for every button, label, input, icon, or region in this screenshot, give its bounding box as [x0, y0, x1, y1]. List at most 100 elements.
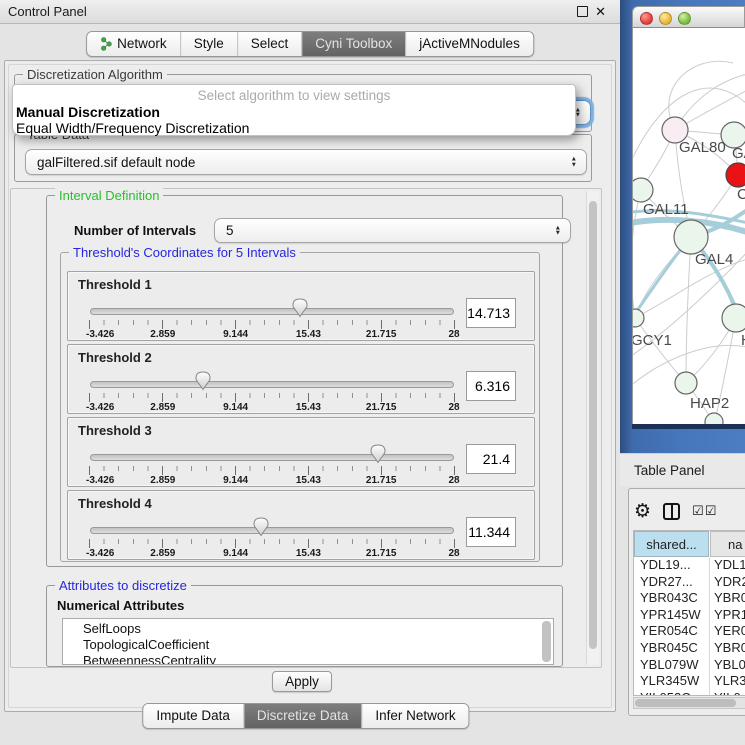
tab-infer-network-label: Infer Network	[375, 707, 455, 724]
tab-discretize-data[interactable]: Discretize Data	[243, 704, 362, 728]
combo-stepper-icon: ▲▼	[571, 157, 577, 168]
table-panel-titlebar: Table Panel	[620, 453, 745, 486]
node-label-c: C	[737, 186, 745, 203]
close-traffic-light-icon[interactable]	[640, 12, 653, 25]
threshold-3-label: Threshold 3	[78, 423, 152, 438]
settings-scroll-area: Interval Definition Number of Intervals …	[10, 188, 602, 668]
thresholds-group: Threshold's Coordinates for 5 Intervals …	[60, 252, 540, 562]
tab-cyni-toolbox-label: Cyni Toolbox	[315, 35, 392, 52]
node-label-hap2: HAP2	[690, 395, 729, 412]
list-item-topologicalcoefficient[interactable]: TopologicalCoefficient	[63, 637, 553, 653]
interval-definition-group: Interval Definition Number of Intervals …	[46, 195, 563, 567]
node-gcy1[interactable]	[633, 309, 644, 327]
scrollbar-thumb[interactable]	[589, 201, 597, 649]
attributes-legend: Attributes to discretize	[55, 578, 191, 593]
network-icon	[100, 37, 112, 51]
threshold-2-value-field[interactable]: 6.316	[466, 371, 516, 401]
combo-stepper-icon: ▲▼	[555, 225, 561, 236]
node-label-gal4: GAL4	[695, 251, 733, 268]
checkbox-icons[interactable]: ☑☑	[692, 504, 717, 519]
table-panel-title: Table Panel	[634, 463, 705, 478]
tab-jactivemnodules[interactable]: jActiveMNodules	[405, 32, 533, 56]
column-header-shared[interactable]: shared...	[634, 531, 709, 557]
threshold-4-scale: -3.4262.8599.14415.4321.71528	[90, 548, 454, 559]
table-row[interactable]: YPR145WYPR1	[634, 607, 745, 624]
tab-select-label: Select	[251, 35, 289, 52]
network-window-titlebar[interactable]	[632, 6, 745, 28]
list-item-betweennesscentrality[interactable]: BetweennessCentrality	[63, 653, 553, 665]
top-tab-bar: Network Style Select Cyni Toolbox jActiv…	[86, 31, 534, 57]
table-row[interactable]: YER054CYER0	[634, 623, 745, 640]
node-partial-bottom[interactable]	[705, 413, 723, 424]
panel-title: Control Panel	[8, 4, 87, 19]
table-row[interactable]: YDR27...YDR2	[634, 574, 745, 591]
table-row[interactable]: YIL052CYIL0	[634, 690, 745, 696]
discretization-algorithm-legend: Discretization Algorithm	[23, 67, 167, 82]
thresholds-legend: Threshold's Coordinates for 5 Intervals	[69, 245, 300, 260]
zoom-traffic-light-icon[interactable]	[678, 12, 691, 25]
algorithm-dropdown-popup: Select algorithm to view settings Manual…	[12, 84, 576, 136]
tab-jactivemnodules-label: jActiveMNodules	[419, 35, 520, 52]
table-header-row: shared... na	[634, 531, 745, 557]
table-row[interactable]: YBR045CYBR0	[634, 640, 745, 657]
threshold-2-slider-thumb[interactable]	[195, 371, 211, 391]
tab-impute-data[interactable]: Impute Data	[143, 704, 243, 728]
app-root: Control Panel ✕ Network Style Select Cyn…	[0, 0, 745, 745]
node-gal11[interactable]	[633, 178, 653, 202]
table-horizontal-scrollbar[interactable]	[633, 697, 745, 709]
tab-impute-data-label: Impute Data	[156, 707, 230, 724]
network-canvas[interactable]: GAL80 GA C GAL11 GAL4 GCY1 H HAP2	[632, 28, 745, 424]
number-of-intervals-combobox[interactable]: 5 ▲▼	[214, 218, 571, 243]
minimize-traffic-light-icon[interactable]	[659, 12, 672, 25]
threshold-1-value-field[interactable]: 14.713	[466, 298, 516, 328]
node-label-ga: GA	[732, 145, 745, 162]
dropdown-option-equal-width[interactable]: Equal Width/Frequency Discretization	[16, 120, 249, 136]
close-icon[interactable]: ✕	[595, 5, 606, 18]
hscrollbar-thumb[interactable]	[635, 699, 736, 707]
tab-infer-network[interactable]: Infer Network	[361, 704, 468, 728]
tab-select[interactable]: Select	[237, 32, 302, 56]
list-item-selfloops[interactable]: SelfLoops	[63, 619, 553, 637]
node-red-selected[interactable]	[726, 163, 745, 187]
threshold-3-slider-thumb[interactable]	[370, 444, 386, 464]
threshold-3-scale: -3.4262.8599.14415.4321.71528	[90, 475, 454, 486]
number-of-intervals-label: Number of Intervals	[74, 223, 196, 238]
tab-network[interactable]: Network	[87, 32, 180, 56]
gear-icon[interactable]: ⚙	[634, 500, 651, 522]
threshold-1-panel: Threshold 1 -3.4262.8599.14415.4321.7152…	[67, 271, 535, 341]
threshold-1-scale: -3.4262.8599.14415.4321.71528	[90, 329, 454, 340]
node-hap2[interactable]	[675, 372, 697, 394]
tab-cyni-toolbox[interactable]: Cyni Toolbox	[301, 32, 405, 56]
table-row[interactable]: YBR043CYBR0	[634, 590, 745, 607]
threshold-1-slider-thumb[interactable]	[292, 298, 308, 318]
threshold-2-panel: Threshold 2 -3.4262.8599.14415.4321.7152…	[67, 344, 535, 414]
threshold-4-label: Threshold 4	[78, 496, 152, 511]
tab-style[interactable]: Style	[180, 32, 237, 56]
node-gal4[interactable]	[674, 220, 708, 254]
network-canvas-shadow	[632, 424, 745, 429]
node-label-gcy1: GCY1	[633, 332, 672, 349]
threshold-3-panel: Threshold 3 -3.4262.8599.14415.4321.7152…	[67, 417, 535, 487]
tab-network-label: Network	[117, 35, 167, 52]
table-row[interactable]: YLR345WYLR3	[634, 673, 745, 690]
threshold-4-value-field[interactable]: 11.344	[466, 517, 516, 547]
column-header-name[interactable]: na	[710, 531, 745, 557]
list-scrollbar[interactable]	[542, 621, 551, 662]
threshold-4-slider-thumb[interactable]	[253, 517, 269, 537]
threshold-2-scale: -3.4262.8599.14415.4321.71528	[90, 402, 454, 413]
float-window-icon[interactable]	[577, 6, 588, 17]
table-row[interactable]: YDL19...YDL1	[634, 557, 745, 574]
node-label-gal80: GAL80	[679, 139, 726, 156]
table-rows: YDL19...YDL1 YDR27...YDR2 YBR043CYBR0 YP…	[634, 557, 745, 696]
threshold-3-value-field[interactable]: 21.4	[466, 444, 516, 474]
columns-icon[interactable]	[663, 503, 680, 520]
table-row[interactable]: YBL079WYBL0	[634, 657, 745, 674]
node-label-h: H	[741, 332, 745, 349]
table-data-combobox[interactable]: galFiltered.sif default node ▲▼	[25, 149, 587, 175]
dropdown-option-manual[interactable]: Manual Discretization	[16, 104, 160, 120]
vertical-scrollbar[interactable]	[586, 191, 599, 665]
network-view-window: GAL80 GA C GAL11 GAL4 GCY1 H HAP2	[632, 6, 745, 424]
apply-button[interactable]: Apply	[272, 671, 332, 692]
node-h[interactable]	[722, 304, 745, 332]
tab-discretize-data-label: Discretize Data	[257, 707, 349, 724]
